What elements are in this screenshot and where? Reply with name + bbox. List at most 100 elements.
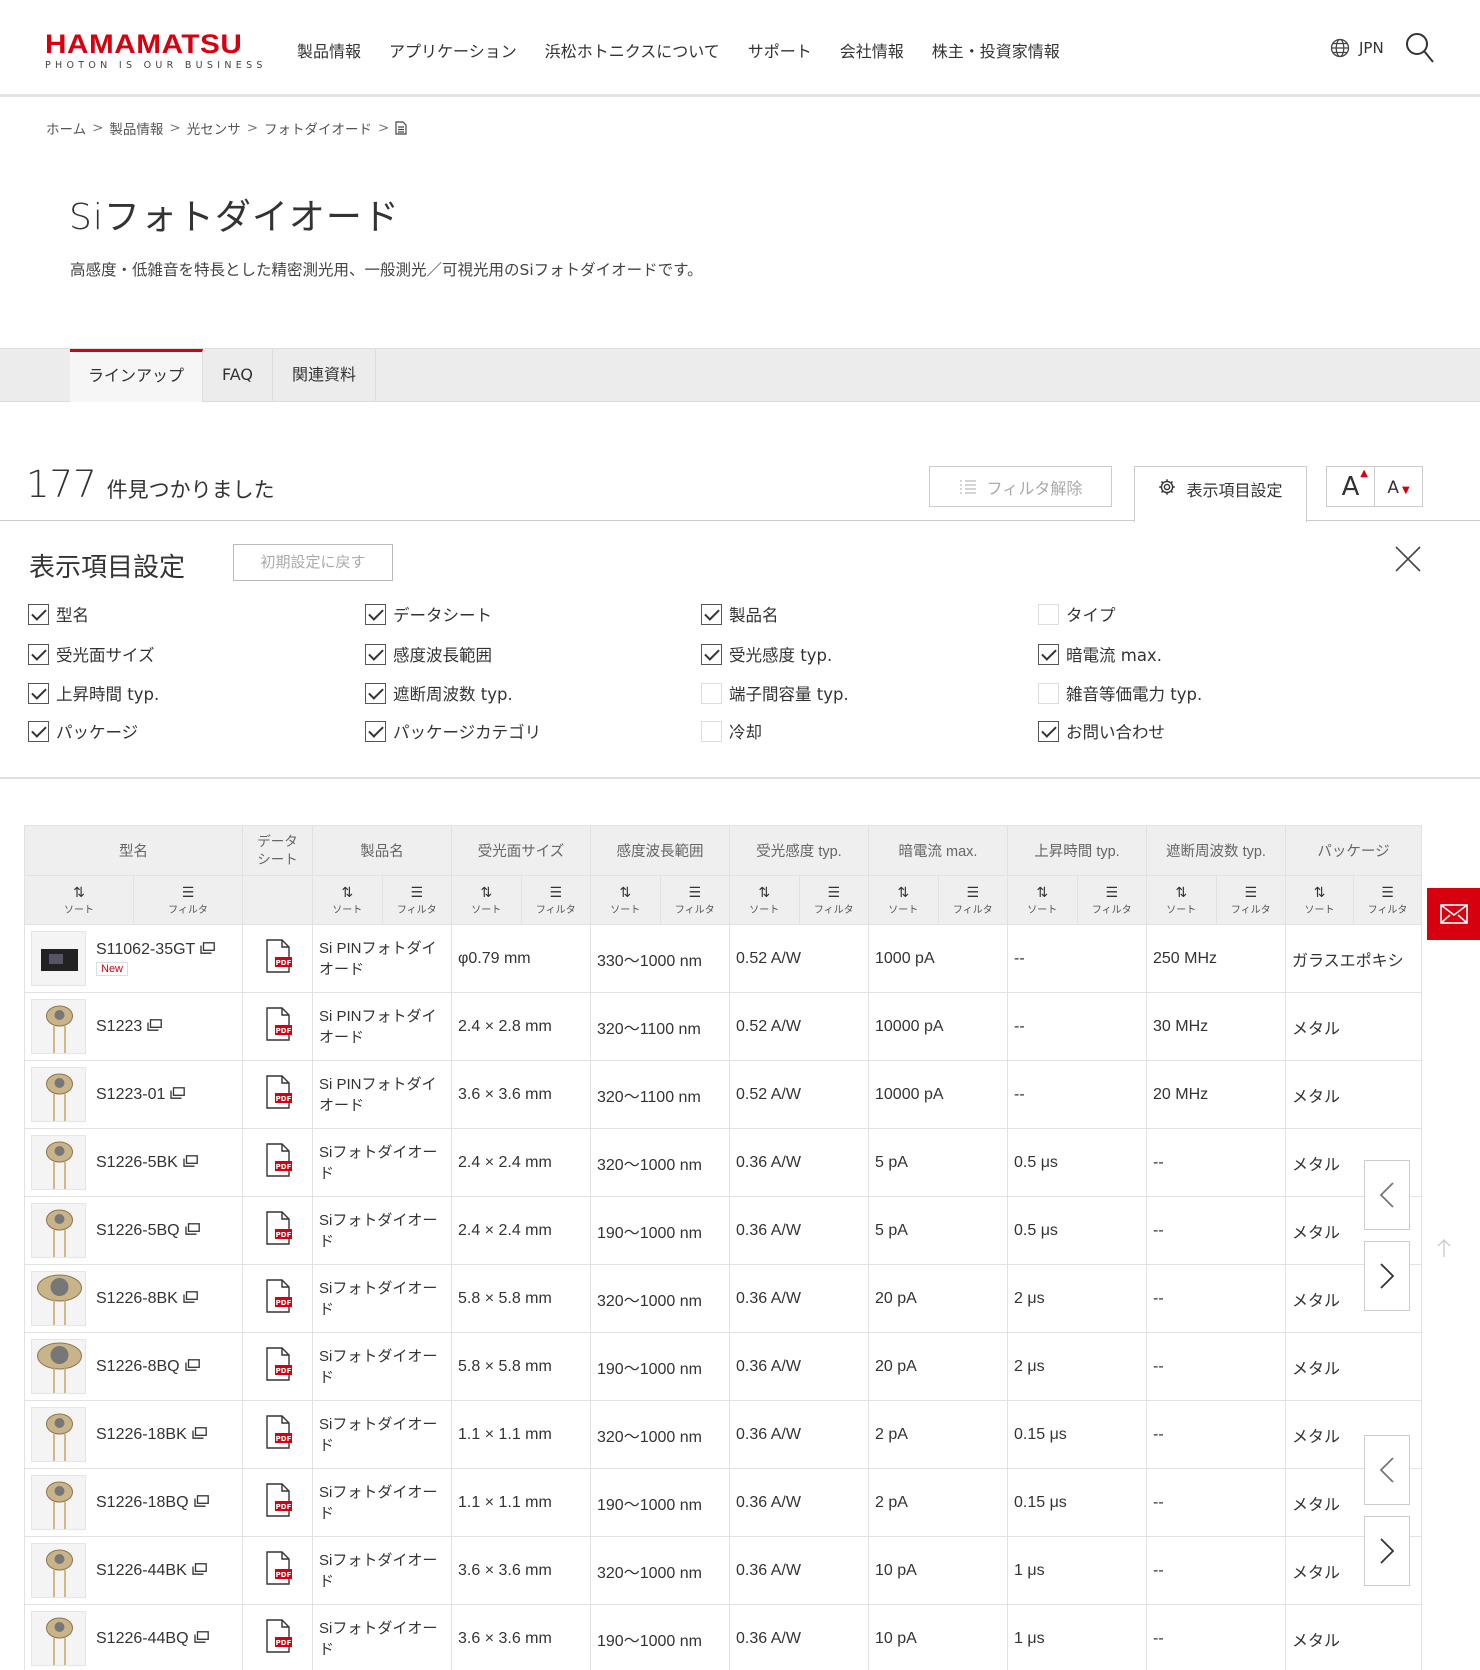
pdf-icon[interactable]: PDF xyxy=(263,1347,293,1385)
checkbox[interactable] xyxy=(28,682,49,704)
pdf-icon[interactable]: PDF xyxy=(263,1483,293,1521)
setting-option[interactable]: 感度波長範囲 xyxy=(365,642,492,666)
pdf-icon[interactable]: PDF xyxy=(263,1551,293,1589)
checkbox[interactable] xyxy=(365,603,386,625)
pdf-icon[interactable]: PDF xyxy=(263,1619,293,1657)
nav-support[interactable]: サポート xyxy=(748,38,812,62)
pdf-icon[interactable]: PDF xyxy=(263,1007,293,1045)
product-thumbnail[interactable] xyxy=(31,1475,86,1530)
filter-button[interactable]: ☰ フィルタ xyxy=(798,876,869,924)
setting-option[interactable]: 製品名 xyxy=(701,602,779,626)
checkbox[interactable] xyxy=(701,603,722,625)
checkbox[interactable] xyxy=(701,643,722,665)
table-row[interactable]: S1226-18BK PDF Siフォトダイオード 1.1 × 1.1 mm 320～1… xyxy=(24,1400,1422,1469)
nav-about[interactable]: 浜松ホトニクスについて xyxy=(545,38,720,62)
table-row[interactable]: S1226-8BK PDF Siフォトダイオード 5.8 × 5.8 mm 320～10… xyxy=(24,1264,1422,1333)
product-thumbnail[interactable] xyxy=(31,1067,86,1122)
pdf-icon[interactable]: PDF xyxy=(263,1279,293,1317)
checkbox[interactable] xyxy=(1038,643,1059,665)
search-button[interactable] xyxy=(1405,32,1435,68)
sort-button[interactable]: ⇅ ソート xyxy=(1286,876,1353,924)
filter-button[interactable]: ☰ フィルタ xyxy=(659,876,730,924)
setting-option[interactable]: 型名 xyxy=(28,602,89,626)
model-link[interactable]: S1226-18BQ xyxy=(90,1494,209,1512)
scroll-right-button-bottom[interactable] xyxy=(1364,1516,1410,1586)
product-thumbnail[interactable] xyxy=(31,1271,86,1326)
product-thumbnail[interactable] xyxy=(31,999,86,1054)
nav-products[interactable]: 製品情報 xyxy=(297,38,361,62)
checkbox[interactable] xyxy=(365,682,386,704)
sort-button[interactable]: ⇅ ソート xyxy=(452,876,521,924)
setting-option[interactable]: 雑音等価電力 typ. xyxy=(1038,681,1202,705)
setting-option[interactable]: 暗電流 max. xyxy=(1038,642,1162,666)
breadcrumb-photodiodes[interactable]: フォトダイオード xyxy=(264,118,372,138)
checkbox[interactable] xyxy=(28,720,49,742)
scroll-right-button[interactable] xyxy=(1364,1241,1410,1311)
contact-mail-button[interactable] xyxy=(1427,888,1480,940)
checkbox[interactable] xyxy=(701,682,722,704)
model-link[interactable]: S1226-44BQ xyxy=(90,1630,209,1648)
checkbox[interactable] xyxy=(28,603,49,625)
checkbox[interactable] xyxy=(1038,682,1059,704)
table-row[interactable]: S1226-44BQ PDF Siフォトダイオード 3.6 × 3.6 mm 190～1… xyxy=(24,1604,1422,1670)
scroll-left-button[interactable] xyxy=(1364,1160,1410,1230)
table-row[interactable]: S1226-44BK PDF Siフォトダイオード 3.6 × 3.6 mm 320～1… xyxy=(24,1536,1422,1605)
close-settings-button[interactable] xyxy=(1394,545,1422,577)
nav-investors[interactable]: 株主・投資家情報 xyxy=(932,38,1060,62)
setting-option[interactable]: 上昇時間 typ. xyxy=(28,681,159,705)
model-link[interactable]: S1223-01 xyxy=(90,1086,186,1104)
language-selector[interactable]: JPN xyxy=(1330,38,1384,58)
model-link[interactable]: S1226-44BK xyxy=(90,1562,207,1580)
sort-button[interactable]: ⇅ ソート xyxy=(591,876,660,924)
scroll-left-button-bottom[interactable] xyxy=(1364,1435,1410,1505)
font-size-decrease[interactable]: A ▼ xyxy=(1375,467,1422,506)
reset-defaults-button[interactable]: 初期設定に戻す xyxy=(233,544,393,581)
product-thumbnail[interactable] xyxy=(31,1543,86,1598)
checkbox[interactable] xyxy=(1038,720,1059,742)
checkbox[interactable] xyxy=(365,643,386,665)
setting-option[interactable]: 受光面サイズ xyxy=(28,642,155,666)
checkbox[interactable] xyxy=(1038,603,1059,625)
setting-option[interactable]: 端子間容量 typ. xyxy=(701,681,849,705)
breadcrumb-photosensors[interactable]: 光センサ xyxy=(187,118,241,138)
pdf-icon[interactable]: PDF xyxy=(263,1211,293,1249)
font-size-increase[interactable]: A ▲ xyxy=(1327,467,1375,506)
checkbox[interactable] xyxy=(365,720,386,742)
model-link[interactable]: S1226-5BK xyxy=(90,1154,198,1172)
table-row[interactable]: S1223 PDF Si PINフォトダイオード 2.4 × 2.8 mm 320～11… xyxy=(24,992,1422,1061)
tab-faq[interactable]: FAQ xyxy=(203,349,273,402)
product-thumbnail[interactable] xyxy=(31,1203,86,1258)
model-link[interactable]: S1226-5BQ xyxy=(90,1222,200,1240)
tab-related-docs[interactable]: 関連資料 xyxy=(273,349,376,402)
sort-button[interactable]: ⇅ ソート xyxy=(730,876,799,924)
breadcrumb-home[interactable]: ホーム xyxy=(46,118,86,138)
table-row[interactable]: S1226-18BQ PDF Siフォトダイオード 1.1 × 1.1 mm 190～1… xyxy=(24,1468,1422,1537)
model-link[interactable]: S11062-35GT xyxy=(90,941,216,959)
table-row[interactable]: S1223-01 PDF Si PINフォトダイオード 3.6 × 3.6 mm 320… xyxy=(24,1060,1422,1129)
pdf-icon[interactable]: PDF xyxy=(263,1075,293,1113)
filter-button[interactable]: ☰ フィルタ xyxy=(1215,876,1286,924)
filter-button[interactable]: ☰ フィルタ xyxy=(937,876,1008,924)
sort-button[interactable]: ⇅ ソート xyxy=(313,876,382,924)
setting-option[interactable]: 受光感度 typ. xyxy=(701,642,832,666)
filter-button[interactable]: ☰ フィルタ xyxy=(1076,876,1147,924)
pdf-icon[interactable]: PDF xyxy=(263,1143,293,1181)
table-row[interactable]: S1226-5BK PDF Siフォトダイオード 2.4 × 2.4 mm 320～10… xyxy=(24,1128,1422,1197)
product-thumbnail[interactable] xyxy=(31,1611,86,1666)
checkbox[interactable] xyxy=(701,720,722,742)
sort-button[interactable]: ⇅ ソート xyxy=(1147,876,1216,924)
display-settings-button[interactable]: 表示項目設定 xyxy=(1134,466,1307,522)
setting-option[interactable]: お問い合わせ xyxy=(1038,719,1165,743)
table-row[interactable]: S1226-5BQ PDF Siフォトダイオード 2.4 × 2.4 mm 190～10… xyxy=(24,1196,1422,1265)
product-thumbnail[interactable] xyxy=(31,1339,86,1394)
breadcrumb-products[interactable]: 製品情報 xyxy=(109,118,163,138)
nav-applications[interactable]: アプリケーション xyxy=(389,38,517,62)
checkbox[interactable] xyxy=(28,643,49,665)
model-link[interactable]: S1226-18BK xyxy=(90,1426,207,1444)
product-thumbnail[interactable] xyxy=(31,931,86,986)
filter-button[interactable]: ☰ フィルタ xyxy=(1353,876,1421,924)
product-thumbnail[interactable] xyxy=(31,1407,86,1462)
clear-filter-button[interactable]: フィルタ解除 xyxy=(929,466,1112,507)
filter-button[interactable]: ☰ フィルタ xyxy=(520,876,591,924)
filter-button[interactable]: ☰ フィルタ xyxy=(381,876,452,924)
